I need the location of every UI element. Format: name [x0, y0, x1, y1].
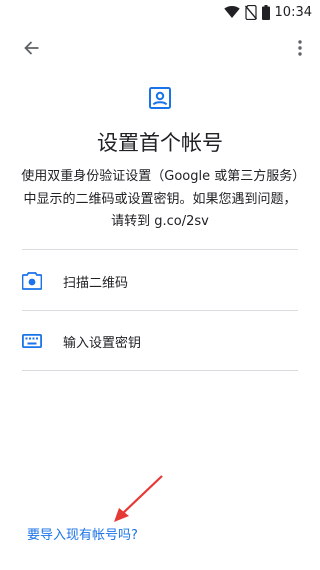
more-options-button[interactable] [290, 35, 310, 61]
no-sim-icon [244, 4, 257, 20]
scan-qr-option[interactable]: 扫描二维码 [22, 252, 298, 310]
setup-description: 使用双重身份验证设置（Google 或第三方服务）中显示的二维码或设置密钥。如果… [21, 169, 299, 229]
scan-qr-label: 扫描二维码 [63, 275, 129, 291]
more-vert-icon [298, 40, 302, 56]
keyboard-icon [22, 331, 42, 351]
app-bar [0, 24, 320, 70]
divider [22, 310, 298, 311]
page-title: 设置首个帐号 [97, 131, 223, 155]
wifi-icon [223, 5, 240, 18]
status-time: 10:34 [274, 4, 312, 20]
account-box-icon [149, 87, 171, 109]
back-arrow-icon [24, 41, 39, 55]
back-button[interactable] [18, 35, 44, 61]
enter-setup-key-label: 输入设置密钥 [63, 335, 142, 351]
import-existing-accounts-link[interactable]: 要导入现有帐号吗? [27, 524, 138, 543]
annotation-arrow-icon [114, 475, 163, 522]
camera-icon [22, 271, 42, 291]
status-icons: 10:34 [223, 3, 312, 21]
divider [22, 249, 298, 250]
enter-setup-key-option[interactable]: 输入设置密钥 [22, 312, 298, 370]
divider [22, 370, 298, 371]
status-bar: 10:34 [0, 0, 320, 24]
battery-icon [261, 4, 270, 20]
